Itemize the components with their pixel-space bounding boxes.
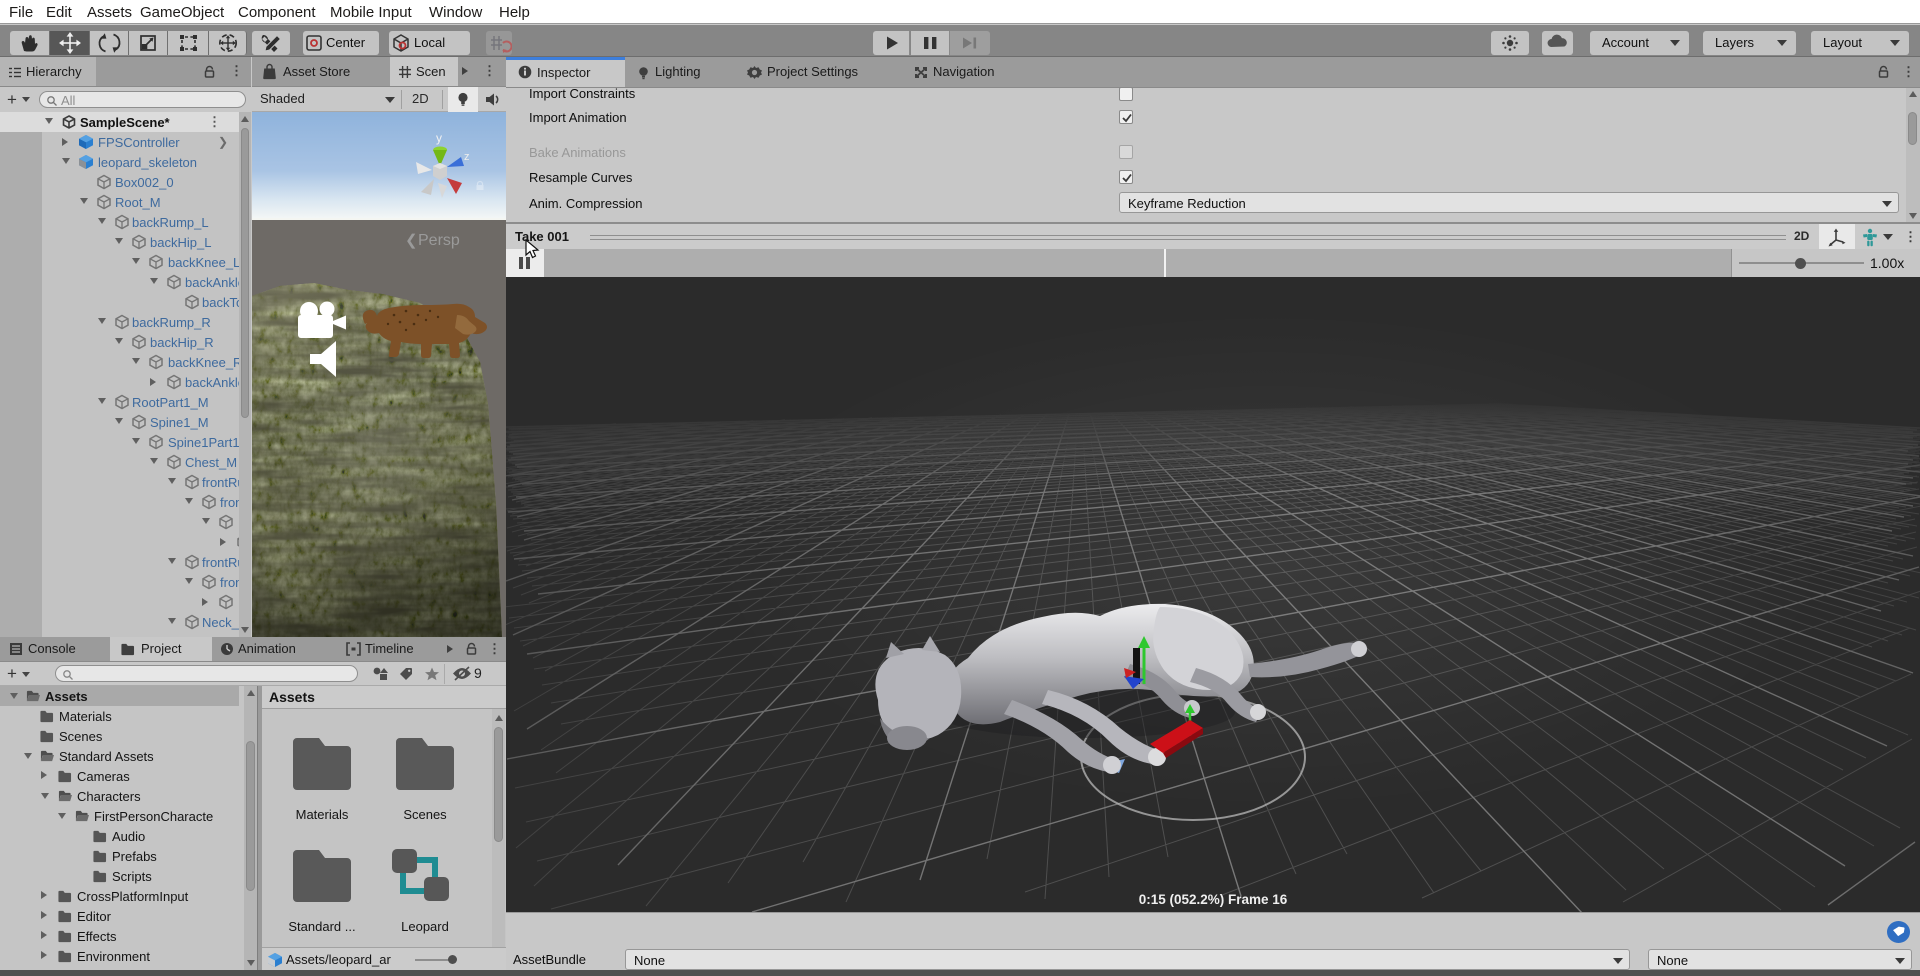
svg-text:0:15 (052.2%) Frame 16: 0:15 (052.2%) Frame 16 (1139, 892, 1288, 907)
svg-text:y: y (436, 131, 442, 145)
svg-text:Persp: Persp (418, 232, 460, 249)
svg-text:❮: ❮ (405, 232, 418, 249)
svg-text:z: z (464, 151, 470, 163)
